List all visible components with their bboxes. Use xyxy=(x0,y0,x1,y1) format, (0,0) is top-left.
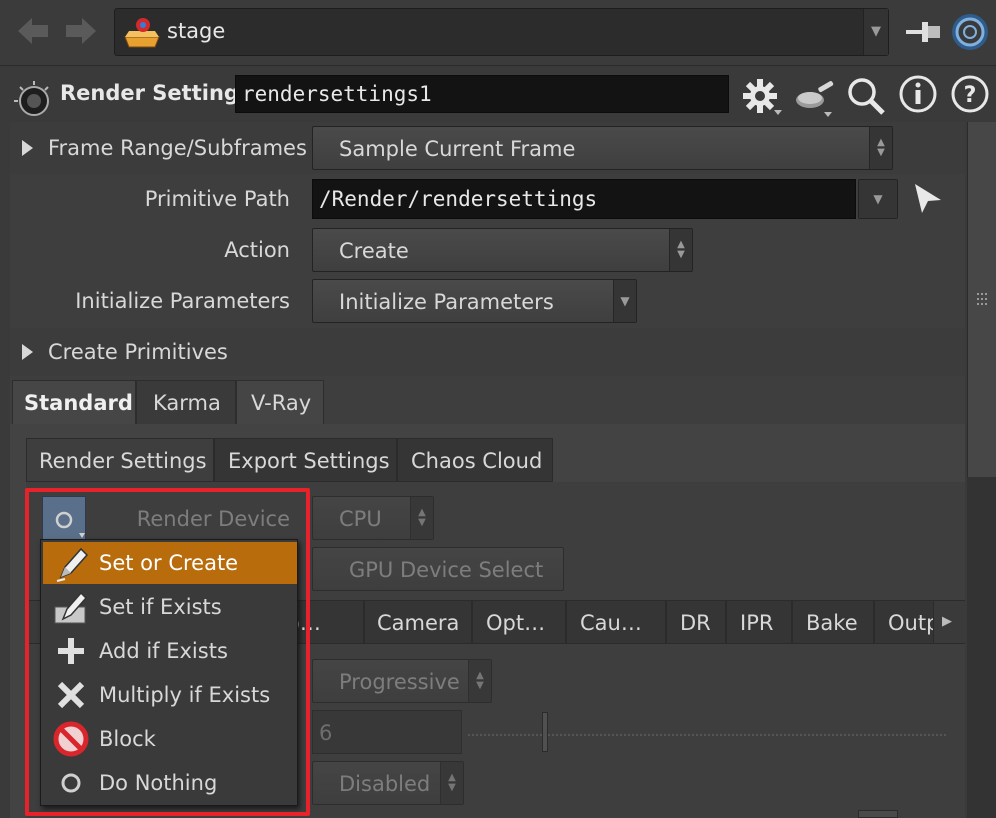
chevron-down-icon: ▼ xyxy=(613,280,636,322)
tab-vray[interactable]: V-Ray xyxy=(236,380,324,424)
chevron-down-icon: ▼ xyxy=(859,180,897,218)
subtab-render-settings-label: Render Settings xyxy=(39,449,207,473)
svg-text:?: ? xyxy=(964,83,977,108)
number-field[interactable]: 6 xyxy=(312,710,462,754)
link-status-icon[interactable] xyxy=(950,12,990,56)
stage-icon xyxy=(121,15,163,55)
grip-icon xyxy=(977,290,987,309)
tab-label: Outp xyxy=(888,611,933,635)
tab-label: Cau… xyxy=(580,611,642,635)
node-name-field[interactable]: rendersettings1 xyxy=(235,75,729,113)
partial-button[interactable] xyxy=(858,810,898,818)
slider-track[interactable] xyxy=(468,734,946,738)
gpu-device-select-label: GPU Device Select xyxy=(349,558,544,582)
action-value: Create xyxy=(339,239,409,263)
init-params-menu[interactable]: Initialize Parameters ▼ xyxy=(312,279,637,323)
node-type-label: Render Settings xyxy=(60,81,252,105)
tab-label: IPR xyxy=(740,611,774,635)
updown-arrows-icon: ▲ ▼ xyxy=(669,229,692,271)
tab-ipr[interactable]: IPR xyxy=(726,600,792,644)
render-device-value: CPU xyxy=(339,507,382,531)
subtab-export-settings-label: Export Settings xyxy=(228,449,390,473)
action-menu[interactable]: Create ▲ ▼ xyxy=(312,228,693,272)
action-label: Action xyxy=(224,238,290,262)
tab-label: Bake xyxy=(806,611,858,635)
frame-range-label: Frame Range/Subframes xyxy=(48,136,307,160)
subtab-render-settings[interactable]: Render Settings xyxy=(26,438,214,482)
image-sampler-value: Progressive xyxy=(339,670,460,694)
gear-icon[interactable] xyxy=(740,76,784,122)
tab-label: Camera xyxy=(377,611,460,635)
node-dial-icon xyxy=(12,79,52,123)
updown-arrows-icon: ▲ ▼ xyxy=(869,127,892,169)
expand-triangle-icon[interactable] xyxy=(22,344,33,360)
tab-karma-label: Karma xyxy=(153,391,221,415)
tab-vray-label: V-Ray xyxy=(251,391,312,415)
primitive-path-field[interactable]: /Render/rendersettings xyxy=(312,179,856,219)
pin-icon[interactable] xyxy=(904,14,944,54)
back-arrow-icon[interactable] xyxy=(14,12,52,59)
updown-arrows-icon: ▲ ▼ xyxy=(468,660,491,702)
render-device-menu[interactable]: CPU ▲ ▼ xyxy=(312,496,434,540)
slider-handle[interactable] xyxy=(542,712,548,752)
updown-arrows-icon: ▲ ▼ xyxy=(440,762,463,804)
forward-arrow-icon[interactable] xyxy=(62,12,100,59)
init-params-value: Initialize Parameters xyxy=(339,290,554,314)
tab-scroll-right-icon[interactable]: ▶ xyxy=(942,614,952,629)
expand-triangle-icon[interactable] xyxy=(22,140,33,156)
path-label: stage xyxy=(167,19,226,43)
wrench-icon[interactable] xyxy=(792,78,838,122)
info-icon[interactable] xyxy=(898,74,938,118)
scrollbar-thumb[interactable] xyxy=(967,122,996,477)
number-value[interactable]: 6 xyxy=(319,723,332,744)
frame-range-value: Sample Current Frame xyxy=(339,137,576,161)
subtab-export-settings[interactable]: Export Settings xyxy=(214,438,397,482)
disabled-option-menu[interactable]: Disabled ▲ ▼ xyxy=(312,761,464,805)
create-primitives-label: Create Primitives xyxy=(48,340,228,364)
tab-camera[interactable]: Camera xyxy=(364,600,472,644)
subtab-chaos-cloud-label: Chaos Cloud xyxy=(411,449,543,473)
tab-standard-label: Standard xyxy=(24,391,133,415)
updown-arrows-icon: ▲ ▼ xyxy=(410,497,433,539)
tab-label: DR xyxy=(680,611,711,635)
primitive-path-value[interactable]: /Render/rendersettings xyxy=(319,189,597,210)
primitive-path-label: Primitive Path xyxy=(144,187,290,211)
help-icon[interactable]: ? xyxy=(950,74,990,118)
disabled-option-value: Disabled xyxy=(339,772,431,796)
tab-output[interactable]: Outp xyxy=(874,600,934,644)
node-name-value[interactable]: rendersettings1 xyxy=(242,84,432,105)
search-icon[interactable] xyxy=(846,76,886,120)
primitive-path-dropdown[interactable]: ▼ xyxy=(858,179,898,219)
init-params-label: Initialize Parameters xyxy=(75,289,290,313)
tab-options[interactable]: Opt… xyxy=(472,600,566,644)
frame-range-menu[interactable]: Sample Current Frame ▲ ▼ xyxy=(312,126,893,170)
tab-dr[interactable]: DR xyxy=(666,600,726,644)
chevron-down-icon[interactable]: ▼ xyxy=(863,9,888,55)
tab-caustics[interactable]: Cau… xyxy=(566,600,666,644)
tab-standard[interactable]: Standard xyxy=(12,380,136,424)
top-toolbar: stage ▼ xyxy=(0,0,996,66)
subtab-chaos-cloud[interactable]: Chaos Cloud xyxy=(397,438,553,482)
tab-karma[interactable]: Karma xyxy=(136,380,236,424)
gpu-device-select-button[interactable]: GPU Device Select xyxy=(312,547,564,591)
network-path-selector[interactable]: stage ▼ xyxy=(114,8,889,56)
image-sampler-menu[interactable]: Progressive ▲ ▼ xyxy=(312,659,492,703)
tab-label: Opt… xyxy=(486,611,546,635)
tab-bake[interactable]: Bake xyxy=(792,600,874,644)
pick-cursor-icon[interactable] xyxy=(912,182,944,220)
annotation-highlight-box xyxy=(25,488,310,816)
